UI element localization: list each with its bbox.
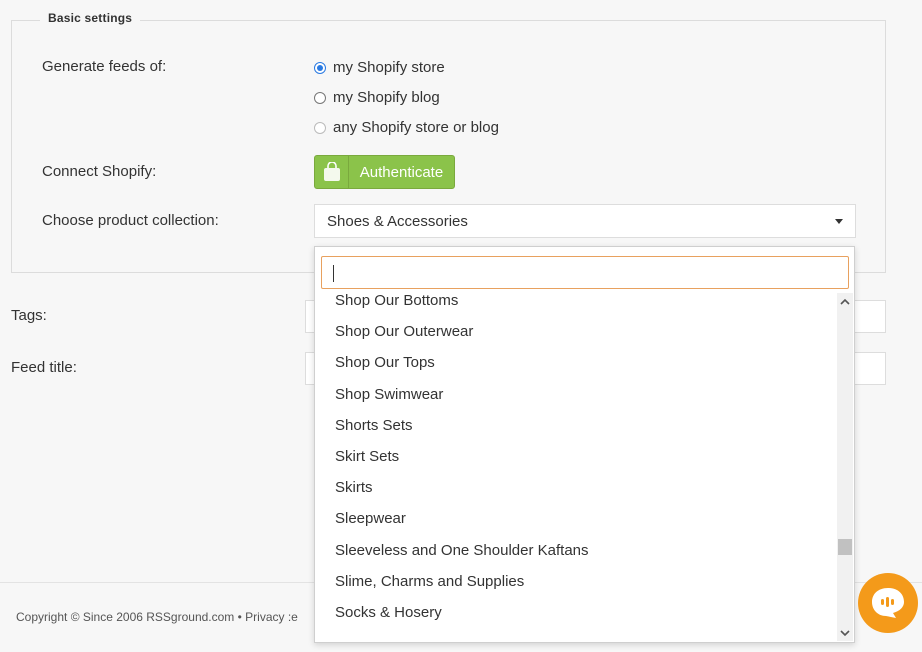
product-collection-label: Choose product collection:	[42, 212, 219, 229]
scrollbar-thumb[interactable]	[838, 539, 852, 555]
collection-option[interactable]: Skirts	[335, 479, 373, 496]
collection-option[interactable]: Sleeveless and One Shoulder Kaftans	[335, 542, 589, 559]
text-cursor	[333, 265, 334, 282]
chat-icon[interactable]	[858, 573, 918, 633]
collection-option[interactable]: Shop Our Outerwear	[335, 323, 473, 340]
caret-down-icon	[835, 219, 843, 224]
authenticate-button[interactable]: Authenticate	[314, 155, 455, 189]
radio-shopify-store[interactable]: my Shopify store	[314, 59, 445, 76]
radio-shopify-blog-label: my Shopify blog	[333, 89, 440, 106]
collection-option[interactable]: Skirt Sets	[335, 448, 399, 465]
chevron-down-icon[interactable]	[837, 625, 853, 641]
radio-checked-icon[interactable]	[314, 61, 326, 74]
tags-label: Tags:	[11, 307, 47, 324]
radio-any-shopify-label: any Shopify store or blog	[333, 119, 499, 136]
collection-option[interactable]: Socks & Hosery	[335, 604, 442, 621]
footer-copyright: Copyright © Since 2006 RSSground.com • P…	[16, 610, 298, 624]
collection-search-input[interactable]	[321, 256, 849, 289]
product-collection-select[interactable]: Shoes & Accessories	[314, 204, 856, 238]
feed-title-label: Feed title:	[11, 359, 77, 376]
chevron-up-icon[interactable]	[837, 293, 853, 309]
dropdown-scrollbar[interactable]	[837, 293, 853, 641]
collection-dropdown: Shop Our Bottoms Shop Our Outerwear Shop…	[314, 246, 855, 643]
selected-collection: Shoes & Accessories	[327, 212, 468, 230]
connect-shopify-label: Connect Shopify:	[42, 163, 157, 180]
collection-option[interactable]: Sleepwear	[335, 510, 406, 527]
generate-feeds-label: Generate feeds of:	[42, 58, 167, 75]
radio-shopify-store-label: my Shopify store	[333, 59, 445, 76]
collection-option[interactable]: Shop Swimwear	[335, 386, 443, 403]
collection-option[interactable]: Slime, Charms and Supplies	[335, 573, 524, 590]
basic-settings-legend: Basic settings	[40, 11, 141, 25]
radio-any-shopify[interactable]: any Shopify store or blog	[314, 119, 499, 136]
collection-option[interactable]: Shop Our Tops	[335, 354, 435, 371]
radio-unchecked-icon[interactable]	[314, 121, 326, 134]
collection-option[interactable]: Shop Our Bottoms	[335, 292, 458, 309]
radio-unchecked-icon[interactable]	[314, 91, 326, 104]
collection-option[interactable]: Shorts Sets	[335, 417, 413, 434]
radio-shopify-blog[interactable]: my Shopify blog	[314, 89, 440, 106]
authenticate-button-label: Authenticate	[359, 163, 444, 181]
shopping-bag-icon	[315, 156, 349, 188]
